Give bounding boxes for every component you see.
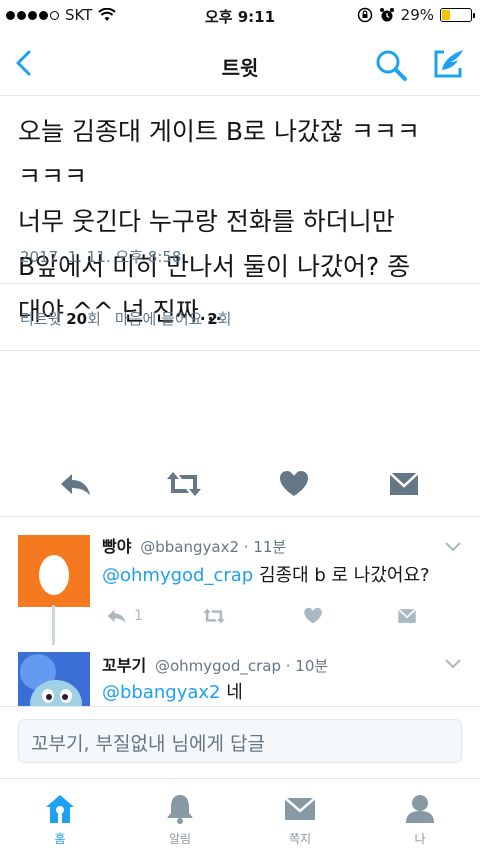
rotation-lock-icon (357, 7, 372, 23)
like-label: 마음에 들어요 (114, 310, 203, 328)
reply-text: @bbangyax2 네 (102, 678, 243, 704)
retweet-icon[interactable] (164, 468, 204, 500)
mention-link[interactable]: @bbangyax2 (102, 682, 221, 703)
egg-icon (18, 535, 90, 607)
reply-composer: 꼬부기, 부질없내 님에게 답글 (0, 706, 480, 774)
tab-bar: 홈 알림 쪽지 나 (0, 778, 480, 852)
reply-icon[interactable] (56, 468, 96, 500)
squirtle-avatar[interactable] (18, 652, 90, 708)
reply-actions: 1 (100, 603, 440, 633)
reply-dm-button[interactable] (394, 603, 420, 629)
person-icon (406, 795, 434, 823)
character-avatar-icon (18, 652, 90, 708)
tab-label: 알림 (168, 832, 192, 846)
page-title: 트윗 (221, 56, 259, 80)
reply-item[interactable]: 빵야 @bbangyax2 · 11분 @ohmygod_crap 김종대 b … (0, 517, 480, 637)
reply-icon (107, 609, 126, 623)
reply-time: · 11분 (243, 538, 287, 556)
tab-label: 나 (414, 832, 426, 846)
reply-text: @ohmygod_crap 김종대 b 로 나갔어요? (102, 561, 430, 587)
chevron-down-icon[interactable] (444, 541, 462, 553)
reply-message: 김종대 b 로 나갔어요? (253, 565, 430, 586)
egg-avatar[interactable] (18, 535, 90, 607)
tab-label: 홈 (54, 832, 66, 846)
tab-messages[interactable]: 쪽지 (260, 793, 340, 847)
heart-icon (304, 607, 322, 624)
tab-label: 쪽지 (288, 832, 312, 846)
main-tweet: 오늘 김종대 게이트 B로 나갔잖 ㅋㅋㅋ ㅋㅋㅋ 너무 웃긴다 누구랑 전화를… (0, 97, 480, 334)
alarm-icon (379, 8, 394, 22)
status-right: 29% (357, 6, 475, 24)
reply-header: 꼬부기 @ohmygod_crap · 10분 (102, 652, 328, 676)
home-icon (46, 795, 74, 823)
reply-reply-button[interactable]: 1 (104, 603, 143, 629)
mention-link[interactable]: @ohmygod_crap (102, 565, 253, 586)
bell-icon (167, 795, 193, 824)
tab-home[interactable]: 홈 (20, 793, 100, 847)
reply-count: 1 (134, 608, 143, 624)
tweet-date: 2017. 1. 11. 오후 8:58 (20, 248, 182, 266)
reply-header: 빵야 @bbangyax2 · 11분 (102, 533, 286, 557)
author-name[interactable]: 꼬부기 (102, 656, 146, 675)
retweet-icon (203, 608, 225, 624)
envelope-icon (284, 797, 316, 820)
chevron-down-icon[interactable] (444, 658, 462, 670)
search-icon[interactable] (374, 48, 408, 82)
nav-bar: 트윗 (0, 32, 480, 96)
author-handle: @ohmygod_crap (154, 657, 281, 675)
retweet-count: 20 (66, 310, 88, 328)
direct-message-icon (397, 608, 417, 623)
reply-message: 네 (220, 682, 243, 703)
tweet-stats: 리트윗 20회 마음에 들어요 2회 (20, 308, 231, 329)
battery-percent: 29% (400, 6, 434, 24)
battery-icon (440, 8, 475, 22)
status-bar: SKT 오후 9:11 29% (0, 0, 480, 32)
direct-message-icon[interactable] (384, 468, 424, 500)
heart-icon[interactable] (274, 468, 314, 500)
tweet-actions (0, 370, 480, 495)
reply-item[interactable]: 꼬부기 @ohmygod_crap · 10분 @bbangyax2 네 (0, 638, 480, 708)
tweet-text: 오늘 김종대 게이트 B로 나갔잖 ㅋㅋㅋ ㅋㅋㅋ 너무 웃긴다 누구랑 전화를… (18, 117, 420, 326)
compose-tweet-icon[interactable] (430, 46, 466, 82)
retweet-unit: 회 (87, 310, 101, 328)
reply-like-button[interactable] (300, 603, 326, 629)
reply-retweet-button[interactable] (200, 603, 228, 629)
author-name[interactable]: 빵야 (102, 537, 131, 556)
like-unit: 회 (217, 310, 232, 328)
retweet-label: 리트윗 (20, 310, 62, 328)
reply-time: · 10분 (285, 657, 329, 675)
like-stat[interactable]: 마음에 들어요 2회 (115, 308, 232, 329)
divider (0, 350, 480, 351)
tab-notifications[interactable]: 알림 (140, 793, 220, 847)
retweet-stat[interactable]: 리트윗 20회 (20, 308, 101, 329)
reply-input[interactable]: 꼬부기, 부질없내 님에게 답글 (18, 719, 462, 763)
tab-me[interactable]: 나 (380, 793, 460, 847)
like-count: 2 (207, 310, 218, 328)
battery-level (442, 10, 451, 20)
author-handle: @bbangyax2 (140, 538, 239, 556)
divider (0, 283, 480, 284)
